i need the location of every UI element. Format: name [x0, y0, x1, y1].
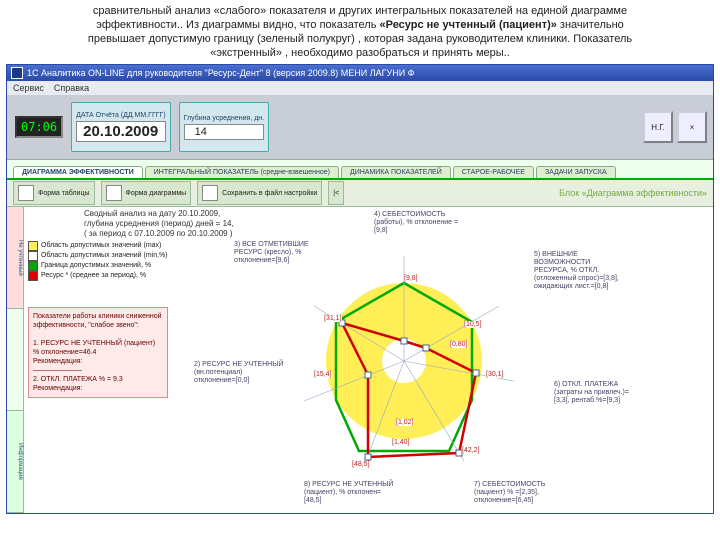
axis-label-0: 4) СЕБЕСТОИМОСТЬ (работы), % отклонение … — [374, 211, 464, 235]
tab-efficiency-diagram[interactable]: ДИАГРАММА ЭФФЕКТИВНОСТИ — [13, 166, 143, 178]
pt-0: [9,8] — [404, 275, 418, 282]
weak-link-alert: Показатели работы клиники сниженной эффе… — [28, 307, 168, 398]
explanatory-caption: сравнительный анализ «слабого» показател… — [0, 0, 720, 62]
pt-2: [30,1] — [486, 371, 504, 378]
axis-label-5: 2) РЕСУРС НЕ УЧТЕННЫЙ (вн.потенциал) отк… — [194, 361, 284, 385]
save-icon — [202, 185, 218, 201]
clock-display: 07:06 — [15, 116, 63, 138]
close-button[interactable]: × — [677, 111, 707, 143]
menu-service[interactable]: Сервис — [13, 83, 44, 93]
save-settings-group[interactable]: Сохранить в файл настройки — [197, 181, 322, 205]
pt-9: [0,80] — [450, 341, 468, 348]
axis-label-1: 5) ВНЕШНИЕ ВОЗМОЖНОСТИ РЕСУРСА, % ОТКЛ. … — [534, 251, 624, 291]
axis-label-6: 3) ВСЕ ОТМЕТИВШИЕ РЕСУРС (кресло), % отк… — [234, 241, 324, 265]
tab-dynamics[interactable]: ДИНАМИКА ПОКАЗАТЕЛЕЙ — [341, 166, 451, 178]
app-window: 1С Аналитика ON-LINE для руководителя "Р… — [6, 64, 714, 514]
pt-5: [15,4] — [314, 371, 332, 378]
tab-launch-tasks[interactable]: ЗАДАЧИ ЗАПУСКА — [536, 166, 616, 178]
main-canvas: Сводный анализ на дату 20.10.2009, глуби… — [24, 207, 713, 513]
parameters-panel: 07:06 ДАТА Отчёта (ДД.ММ.ГГГГ) 20.10.200… — [7, 95, 713, 160]
radar-chart: 4) СЕБЕСТОИМОСТЬ (работы), % отклонение … — [174, 211, 674, 511]
pt-3: [42,2] — [462, 447, 480, 454]
tab-integral-indicator[interactable]: ИНТЕГРАЛЬНЫЙ ПОКАЗАТЕЛЬ (средне-взвешенн… — [145, 166, 339, 178]
form-table-group[interactable]: Форма таблицы — [13, 181, 95, 205]
side-tab-3[interactable]: Информация — [7, 411, 23, 513]
date-label: ДАТА Отчёта (ДД.ММ.ГГГГ) — [76, 112, 166, 119]
right-buttons: Н.Г. × — [643, 111, 707, 143]
axis-label-4: 8) РЕСУРС НЕ УЧТЕННЫЙ (пациент), % откло… — [304, 481, 394, 505]
menu-help[interactable]: Справка — [54, 83, 89, 93]
date-group: ДАТА Отчёта (ДД.ММ.ГГГГ) 20.10.2009 — [71, 102, 171, 152]
pt-7: [1,02] — [396, 419, 414, 426]
tab-old-working[interactable]: СТАРОЕ-РАБОЧЕЕ — [453, 166, 534, 178]
secondary-toolbar: Форма таблицы Форма диаграммы Сохранить … — [7, 180, 713, 207]
table-icon — [18, 185, 34, 201]
content-body: Не учтенный Информация Сводный анализ на… — [7, 207, 713, 513]
rewind-button[interactable]: |< — [328, 181, 344, 205]
pt-1: [10,5] — [464, 321, 482, 328]
menu-bar: Сервис Справка — [7, 81, 713, 95]
pt-4: [48,5] — [352, 461, 370, 468]
side-tabs: Не учтенный Информация — [7, 207, 24, 513]
chart-icon — [106, 185, 122, 201]
depth-input[interactable]: 14 — [184, 124, 264, 140]
block-label: Блок «Диаграмма эффективности» — [559, 188, 707, 198]
date-input[interactable]: 20.10.2009 — [76, 121, 166, 142]
main-tabs: ДИАГРАММА ЭФФЕКТИВНОСТИ ИНТЕГРАЛЬНЫЙ ПОК… — [7, 160, 713, 180]
legend-swatch-green — [28, 261, 38, 271]
legend-swatch-red — [28, 271, 38, 281]
depth-group: Глубина усреднения, дн. 14 — [179, 102, 269, 152]
axis-label-2: 6) ОТКЛ. ПЛАТЕЖА (затраты на привлеч.)=[… — [554, 381, 644, 405]
pt-6: [31,1] — [324, 315, 342, 322]
axis-label-3: 7) СЕБЕСТОИМОСТЬ (пациент) % =[2,35], от… — [474, 481, 564, 505]
form-diagram-group[interactable]: Форма диаграммы — [101, 181, 192, 205]
side-tab-1[interactable]: Не учтенный — [7, 207, 23, 309]
depth-label: Глубина усреднения, дн. — [184, 115, 264, 122]
window-titlebar[interactable]: 1С Аналитика ON-LINE для руководителя "Р… — [7, 65, 713, 81]
legend: Область допустимых значений (max) Област… — [28, 241, 168, 281]
legend-swatch-white — [28, 251, 38, 261]
window-title: 1С Аналитика ON-LINE для руководителя "Р… — [27, 68, 415, 78]
pt-8: [1,40] — [392, 439, 410, 446]
ng-button[interactable]: Н.Г. — [643, 111, 673, 143]
side-tab-2[interactable] — [7, 309, 23, 411]
app-icon — [11, 67, 23, 79]
legend-swatch-yellow — [28, 241, 38, 251]
